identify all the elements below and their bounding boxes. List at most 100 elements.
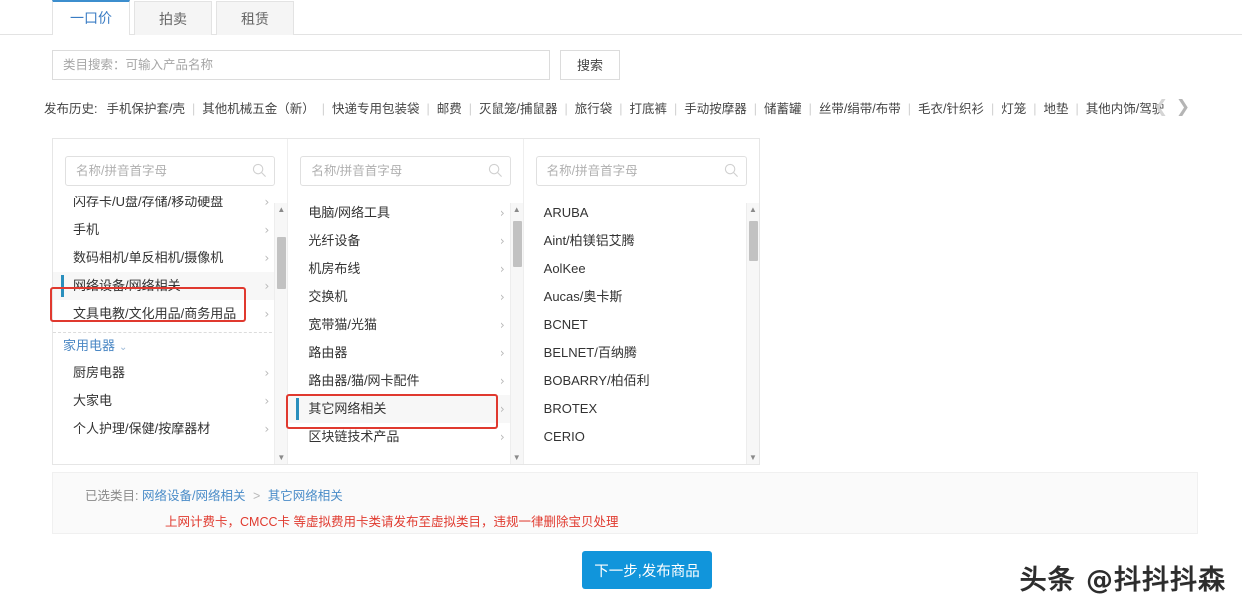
chevron-right-icon: › bbox=[264, 366, 270, 380]
scroll-up-icon[interactable]: ▲ bbox=[747, 203, 759, 216]
history-item[interactable]: 其他机械五金（新） bbox=[195, 102, 322, 116]
scroll-thumb[interactable] bbox=[748, 221, 758, 261]
column-3-scrollbar[interactable]: ▲ ▼ bbox=[745, 203, 759, 464]
category-item-selected[interactable]: 网络设备/网络相关 › bbox=[53, 272, 288, 300]
category-column-2: 电脑/网络工具›光纤设备›机房布线›交换机›宽带猫/光猫›路由器›路由器/猫/网… bbox=[288, 139, 524, 464]
history-item[interactable]: 灯笼 bbox=[994, 102, 1033, 116]
breadcrumb-level-1[interactable]: 网络设备/网络相关 bbox=[142, 489, 245, 503]
category-search-input[interactable] bbox=[52, 50, 550, 80]
chevron-right-icon: › bbox=[499, 290, 505, 304]
category-item-label: 区块链技术产品 bbox=[308, 429, 400, 444]
category-item[interactable]: 路由器 › bbox=[288, 339, 522, 367]
chevron-left-icon[interactable]: ❮ bbox=[1150, 96, 1172, 118]
chevron-right-icon: › bbox=[264, 279, 270, 293]
category-group-header[interactable]: 家用电器 ⌄ bbox=[53, 332, 288, 359]
selected-category-label: 已选类目: bbox=[85, 489, 139, 503]
scroll-up-icon[interactable]: ▲ bbox=[511, 203, 523, 216]
history-item[interactable]: 灭鼠笼/捕鼠器 bbox=[472, 102, 564, 116]
category-item[interactable]: AolKee bbox=[524, 255, 759, 283]
category-item-label: 电脑/网络工具 bbox=[308, 205, 390, 220]
history-item[interactable]: 打底裤 bbox=[623, 102, 675, 116]
category-item-label: Aint/柏镁铝艾腾 bbox=[543, 233, 635, 248]
category-item[interactable]: 光纤设备 › bbox=[288, 227, 522, 255]
chevron-right-icon: › bbox=[499, 402, 505, 416]
scroll-up-icon[interactable]: ▲ bbox=[275, 203, 287, 216]
category-item[interactable]: Aucas/奥卡斯 bbox=[524, 283, 759, 311]
history-item[interactable]: 邮费 bbox=[430, 102, 469, 116]
breadcrumb-level-2[interactable]: 其它网络相关 bbox=[268, 489, 343, 503]
search-icon bbox=[488, 163, 502, 177]
category-item[interactable]: BCNET bbox=[524, 311, 759, 339]
category-item[interactable]: CERIO bbox=[524, 423, 759, 451]
category-item[interactable]: 闪存卡/U盘/存储/移动硬盘 › bbox=[53, 196, 287, 216]
category-item-label: 闪存卡/U盘/存储/移动硬盘 bbox=[73, 196, 224, 209]
tab-rental[interactable]: 租赁 bbox=[216, 1, 294, 35]
category-item-label: 路由器 bbox=[308, 345, 348, 360]
selected-category-line: 已选类目: 网络设备/网络相关 > 其它网络相关 bbox=[85, 485, 343, 504]
scroll-thumb[interactable] bbox=[512, 221, 522, 267]
column-3-list[interactable]: ARUBA Aint/柏镁铝艾腾 AolKee Aucas/奥卡斯 BCNET BELNE… bbox=[524, 196, 759, 464]
category-item-label: 个人护理/保健/按摩器材 bbox=[73, 421, 211, 436]
category-item[interactable]: 厨房电器 › bbox=[53, 359, 287, 387]
column-1-list[interactable]: 闪存卡/U盘/存储/移动硬盘 › 手机 › 数码相机/单反相机/摄像机 › 网络设备/网络相… bbox=[53, 196, 288, 464]
category-item-label: BROTEX bbox=[543, 401, 598, 416]
search-button[interactable]: 搜索 bbox=[560, 50, 620, 80]
category-item[interactable]: 路由器/猫/网卡配件 › bbox=[288, 367, 522, 395]
category-item-label: 光纤设备 bbox=[308, 233, 361, 248]
category-item[interactable]: 交换机 › bbox=[288, 283, 522, 311]
history-item[interactable]: 丝带/绢带/布带 bbox=[812, 102, 908, 116]
column-3-search-input[interactable] bbox=[535, 156, 747, 186]
history-item[interactable]: 旅行袋 bbox=[568, 102, 620, 116]
category-picker: 闪存卡/U盘/存储/移动硬盘›手机›数码相机/单反相机/摄像机›网络设备/网络相… bbox=[52, 138, 760, 465]
column-2-search-input[interactable] bbox=[300, 156, 511, 186]
tab-auction[interactable]: 拍卖 bbox=[134, 1, 212, 35]
chevron-right-icon: › bbox=[264, 422, 270, 436]
category-item[interactable]: BROTEX bbox=[524, 395, 759, 423]
category-search-row: 搜索 bbox=[52, 50, 620, 80]
category-item[interactable]: ARUBA bbox=[524, 199, 759, 227]
category-item[interactable]: BELNET/百纳腾 bbox=[524, 339, 759, 367]
category-item-label: 宽带猫/光猫 bbox=[308, 317, 377, 332]
history-item[interactable]: 毛衣/针织衫 bbox=[911, 102, 991, 116]
category-item-label: 大家电 bbox=[73, 393, 113, 408]
category-item[interactable]: 手机 › bbox=[53, 216, 287, 244]
category-item[interactable]: 数码相机/单反相机/摄像机 › bbox=[53, 244, 287, 272]
next-step-publish-button[interactable]: 下一步,发布商品 bbox=[582, 551, 712, 589]
category-item-label: BOBARRY/柏佰利 bbox=[543, 373, 650, 388]
category-item-selected[interactable]: 其它网络相关 › bbox=[288, 395, 523, 423]
history-item[interactable]: 快递专用包装袋 bbox=[325, 102, 427, 116]
category-item[interactable]: 电脑/网络工具 › bbox=[288, 199, 522, 227]
category-item[interactable]: BOBARRY/柏佰利 bbox=[524, 367, 759, 395]
history-item[interactable]: 手机保护套/壳 bbox=[99, 102, 191, 116]
scroll-down-icon[interactable]: ▼ bbox=[747, 451, 759, 464]
chevron-down-icon[interactable]: ⌄ bbox=[119, 342, 127, 353]
column-1-search-input[interactable] bbox=[65, 156, 276, 186]
category-item[interactable]: Aint/柏镁铝艾腾 bbox=[524, 227, 759, 255]
tab-fixed-price[interactable]: 一口价 bbox=[52, 0, 130, 35]
history-item[interactable]: 手动按摩器 bbox=[677, 102, 754, 116]
column-2-list[interactable]: 电脑/网络工具 › 光纤设备 › 机房布线 › 交换机 › 宽带猫/光猫 › 路由器 › 路由器/猫/网… bbox=[288, 196, 523, 464]
column-1-scrollbar[interactable]: ▲ ▼ bbox=[274, 203, 288, 464]
tabs-bar: 一口价 拍卖 租赁 bbox=[0, 0, 1242, 35]
selected-category-summary: 已选类目: 网络设备/网络相关 > 其它网络相关 上网计费卡，CMCC卡 等虚拟… bbox=[52, 472, 1198, 534]
chevron-right-icon: › bbox=[499, 262, 505, 276]
category-item[interactable]: 区块链技术产品 › bbox=[288, 423, 522, 451]
category-item[interactable]: 宽带猫/光猫 › bbox=[288, 311, 522, 339]
history-item[interactable]: 地垫 bbox=[1037, 102, 1076, 116]
category-item-label: 文具电教/文化用品/商务用品 bbox=[73, 306, 237, 321]
publish-history-nav: ❮ ❯ bbox=[1150, 96, 1194, 118]
category-item[interactable]: 文具电教/文化用品/商务用品 › bbox=[53, 300, 287, 328]
category-item[interactable]: 大家电 › bbox=[53, 387, 287, 415]
category-item[interactable]: 个人护理/保健/按摩器材 › bbox=[53, 415, 287, 443]
search-icon bbox=[724, 163, 738, 177]
category-item[interactable]: 机房布线 › bbox=[288, 255, 522, 283]
history-item[interactable]: 储蓄罐 bbox=[757, 102, 809, 116]
category-item-label: 数码相机/单反相机/摄像机 bbox=[73, 250, 224, 265]
column-2-search bbox=[288, 139, 522, 196]
scroll-down-icon[interactable]: ▼ bbox=[511, 451, 523, 464]
column-2-scrollbar[interactable]: ▲ ▼ bbox=[509, 203, 523, 464]
scroll-down-icon[interactable]: ▼ bbox=[275, 451, 287, 464]
chevron-right-icon[interactable]: ❯ bbox=[1172, 96, 1194, 118]
chevron-right-icon: › bbox=[264, 223, 270, 237]
scroll-thumb[interactable] bbox=[277, 237, 287, 289]
